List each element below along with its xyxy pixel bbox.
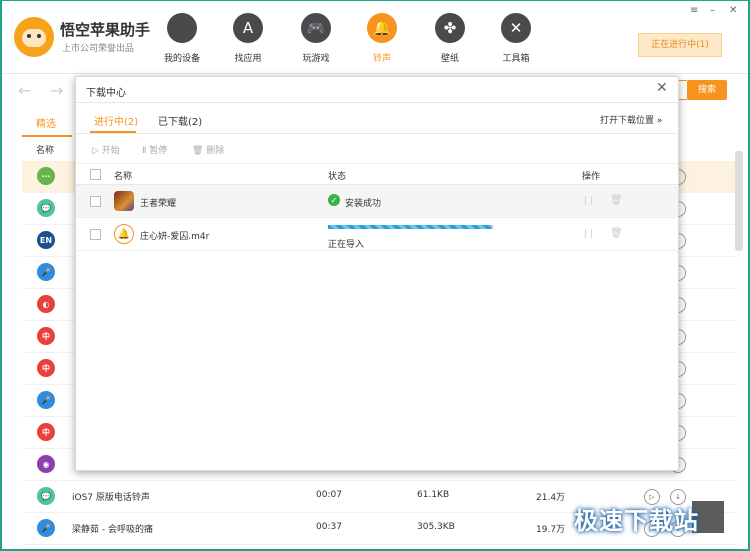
ringtone-icon: 中 <box>37 359 55 377</box>
nav-find-apps[interactable]: A 找应用 <box>218 13 278 64</box>
column-header-name: 名称 <box>36 146 55 156</box>
ringtone-size: 61.1KB <box>417 490 450 500</box>
item-status: 安装成功 <box>345 199 382 209</box>
ringtone-name: iOS7 原版电话铃声 <box>72 493 150 503</box>
table-row[interactable]: 🔔 庄心妍-爱囚.m4r 正在导入 | | 🗑 <box>76 218 678 251</box>
open-download-location-link[interactable]: 打开下载位置 » <box>600 113 662 126</box>
app-title: 悟空苹果助手 <box>60 21 151 39</box>
apple-icon <box>167 13 197 43</box>
pause-button[interactable]: Ⅱ 暂停 <box>142 143 167 156</box>
nav-games[interactable]: 🎮 玩游戏 <box>286 13 346 64</box>
trash-icon[interactable]: 🗑 <box>610 228 623 239</box>
ringtone-count: 19.7万 <box>536 525 566 535</box>
appstore-icon: A <box>233 13 263 43</box>
nav-my-device[interactable]: 我的设备 <box>152 13 212 64</box>
ringtone-icon: 🎤 <box>37 263 55 281</box>
header-name: 名称 <box>114 172 133 182</box>
item-status: 正在导入 <box>328 240 365 250</box>
ringtone-name: 梁静茹 - 会呼吸的痛 <box>72 525 153 535</box>
search-input[interactable] <box>678 80 687 100</box>
in-progress-button[interactable]: 正在进行中(1) <box>638 33 722 57</box>
close-icon[interactable]: ✕ <box>656 80 668 96</box>
ringtone-duration: 00:37 <box>316 522 342 532</box>
nav-toolbox[interactable]: ✕ 工具箱 <box>486 13 546 64</box>
close-window-icon[interactable]: ✕ <box>729 5 737 16</box>
ringtone-icon: 🎤 <box>37 391 55 409</box>
nav-label: 壁纸 <box>440 54 459 64</box>
forward-arrow-icon[interactable]: → <box>50 81 63 100</box>
nav-ringtones[interactable]: 🔔 铃声 <box>352 13 412 64</box>
tools-icon: ✕ <box>501 13 531 43</box>
table-row[interactable]: 王者荣耀 ✓ 安装成功 | | 🗑 <box>76 185 678 218</box>
gamepad-icon: 🎮 <box>301 13 331 43</box>
row-checkbox[interactable] <box>90 229 101 240</box>
pause-icon[interactable]: | | <box>584 196 593 206</box>
import-progress-bar <box>328 225 494 229</box>
start-button[interactable]: ▷ 开始 <box>92 143 120 156</box>
header-operations: 操作 <box>582 172 601 182</box>
progress-fill <box>328 225 493 229</box>
minimize-icon[interactable]: – <box>710 5 715 16</box>
monkey-logo-icon <box>14 17 54 57</box>
ringtone-duration: 00:07 <box>316 490 342 500</box>
ringtone-icon: 💬 <box>37 487 55 505</box>
select-all-checkbox[interactable] <box>90 169 101 180</box>
tab-downloaded[interactable]: 已下载(2) <box>158 113 202 128</box>
nav-label: 找应用 <box>234 54 262 64</box>
tab-in-progress[interactable]: 进行中(2) <box>94 113 138 128</box>
scrollbar[interactable] <box>735 151 743 251</box>
back-arrow-icon[interactable]: ← <box>18 81 31 100</box>
item-name: 庄心妍-爱囚.m4r <box>140 232 210 242</box>
ringtone-icon: 💬 <box>37 199 55 217</box>
dialog-header: 下载中心 ✕ <box>76 77 678 103</box>
tab-divider <box>76 133 678 134</box>
item-name: 王者荣耀 <box>140 199 177 209</box>
watermark-text: 极速下载站 <box>574 507 699 535</box>
ringtone-icon: ◐ <box>37 295 55 313</box>
nav-label: 工具箱 <box>502 54 530 64</box>
nav-label: 我的设备 <box>163 54 200 64</box>
nav-wallpaper[interactable]: ✤ 壁纸 <box>420 13 480 64</box>
header-status: 状态 <box>328 172 347 182</box>
bell-icon: 🔔 <box>114 224 134 244</box>
dialog-title: 下载中心 <box>86 88 126 99</box>
ringtone-icon: 中 <box>37 423 55 441</box>
clover-icon: ✤ <box>435 13 465 43</box>
pause-icon[interactable]: | | <box>584 229 593 239</box>
ringtone-count: 21.4万 <box>536 493 566 503</box>
tab-featured[interactable]: 精选 <box>22 115 72 137</box>
ringtone-icon: ◉ <box>37 455 55 473</box>
app-icon <box>114 191 134 211</box>
app-subtitle: 上市公司荣誉出品 <box>62 44 135 54</box>
check-icon: ✓ <box>328 194 340 206</box>
menu-icon[interactable]: ≡ <box>690 5 698 16</box>
ringtone-size: 305.3KB <box>417 522 455 532</box>
nav-label: 玩游戏 <box>302 54 330 64</box>
ringtone-icon: EN <box>37 231 55 249</box>
delete-button[interactable]: 🗑 删除 <box>192 143 224 156</box>
trash-icon[interactable]: 🗑 <box>610 195 623 206</box>
app-header: 悟空苹果助手 上市公司荣誉出品 我的设备 A 找应用 🎮 玩游戏 🔔 铃声 ✤ … <box>2 1 748 74</box>
ringtone-icon: 🎤 <box>37 519 55 537</box>
download-center-dialog: 下载中心 ✕ 进行中(2) 已下载(2) 打开下载位置 » ▷ 开始 Ⅱ 暂停 … <box>75 76 679 471</box>
table-header: 名称 状态 操作 <box>76 163 678 185</box>
nav-label: 铃声 <box>372 54 391 64</box>
search-button[interactable]: 搜索 <box>687 80 727 100</box>
row-checkbox[interactable] <box>90 196 101 207</box>
bell-icon: 🔔 <box>367 13 397 43</box>
ringtone-icon: ··· <box>37 167 55 185</box>
app-window: 悟空苹果助手 上市公司荣誉出品 我的设备 A 找应用 🎮 玩游戏 🔔 铃声 ✤ … <box>2 1 748 549</box>
ringtone-icon: 中 <box>37 327 55 345</box>
